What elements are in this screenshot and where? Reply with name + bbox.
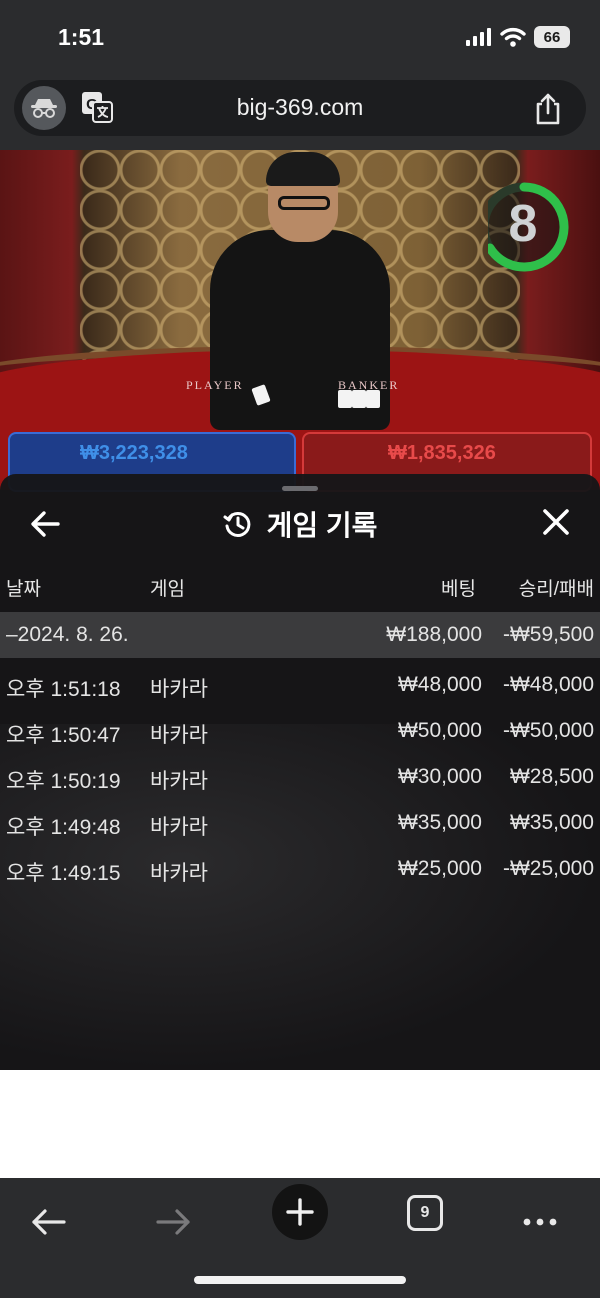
battery-icon: 66: [534, 26, 570, 48]
summary-date: –2024. 8. 26.: [6, 623, 129, 646]
summary-bet: ₩188,000: [386, 623, 482, 646]
more-menu-icon[interactable]: [510, 1194, 570, 1250]
history-row[interactable]: 오후 1:49:48 바카라 ₩35,000 ₩35,000: [0, 800, 600, 846]
row-bet: ₩50,000: [397, 719, 482, 742]
sheet-header: 게임 기록: [0, 496, 600, 552]
browser-back-icon[interactable]: [18, 1194, 78, 1250]
history-icon: [223, 511, 250, 537]
row-result: ₩35,000: [509, 811, 594, 834]
history-row[interactable]: 오후 1:50:19 바카라 ₩30,000 ₩28,500: [0, 754, 600, 800]
player-bet-total: ₩3,223,328: [80, 442, 188, 464]
url-text[interactable]: big-369.com: [14, 94, 586, 121]
player-area-label: PLAYER: [186, 378, 244, 392]
countdown-timer: 8: [508, 195, 538, 253]
dealer-glasses: [278, 196, 330, 210]
status-bar: 1:51 66: [0, 0, 600, 78]
row-game: 바카라: [150, 678, 208, 701]
game-history-sheet: 게임 기록 날짜 게임 베팅 승리/패배 –2024. 8. 26. ₩188,…: [0, 474, 600, 1070]
row-result: -₩50,000: [502, 719, 594, 742]
row-time: 오후 1:50:19: [6, 770, 121, 793]
url-bar-area: G big-369.com: [0, 78, 600, 150]
row-result: -₩25,000: [502, 857, 594, 880]
row-time: 오후 1:49:48: [6, 816, 121, 839]
new-tab-plus-icon[interactable]: [272, 1184, 328, 1240]
share-icon[interactable]: [532, 92, 564, 126]
wifi-icon: [500, 27, 526, 47]
date-summary-row[interactable]: –2024. 8. 26. ₩188,000 -₩59,500: [0, 612, 600, 658]
history-row[interactable]: 오후 1:50:47 바카라 ₩50,000 -₩50,000: [0, 708, 600, 754]
row-bet: ₩35,000: [397, 811, 482, 834]
column-header-result[interactable]: 승리/패배: [519, 574, 594, 601]
browser-toolbar: 9: [0, 1178, 600, 1298]
signal-icon: [466, 28, 492, 46]
page: 1:51 66 G big-369.com PLAYER BANKER 8 ₩3…: [0, 0, 600, 1298]
row-result: -₩48,000: [502, 673, 594, 696]
row-bet: ₩48,000: [397, 673, 482, 696]
row-bet: ₩30,000: [397, 765, 482, 788]
row-time: 오후 1:50:47: [6, 724, 121, 747]
card: [338, 390, 352, 408]
row-game: 바카라: [150, 770, 208, 793]
sheet-title: 게임 기록: [266, 510, 378, 541]
column-header-bet[interactable]: 베팅: [441, 574, 476, 601]
card: [352, 390, 366, 408]
row-result: ₩28,500: [509, 765, 594, 788]
row-time: 오후 1:49:15: [6, 862, 121, 885]
page-blank-area: [0, 1070, 600, 1178]
address-bar[interactable]: G big-369.com: [14, 80, 586, 136]
sheet-title-group: 게임 기록: [0, 504, 600, 544]
browser-forward-icon[interactable]: [144, 1194, 204, 1250]
column-header-date[interactable]: 날짜: [6, 574, 41, 601]
home-indicator[interactable]: [194, 1276, 406, 1284]
row-game: 바카라: [150, 724, 208, 747]
history-row[interactable]: 오후 1:51:18 바카라 ₩48,000 -₩48,000: [0, 662, 600, 708]
row-bet: ₩25,000: [397, 857, 482, 880]
history-row[interactable]: 오후 1:49:15 바카라 ₩25,000 -₩25,000: [0, 846, 600, 892]
tab-switcher-icon[interactable]: 9: [407, 1195, 443, 1231]
card: [366, 390, 380, 408]
summary-result: -₩59,500: [502, 623, 594, 646]
close-icon[interactable]: [538, 504, 574, 540]
row-time: 오후 1:51:18: [6, 678, 121, 701]
sheet-grabber[interactable]: [282, 486, 318, 491]
row-game: 바카라: [150, 862, 208, 885]
status-time: 1:51: [58, 24, 105, 50]
row-game: 바카라: [150, 816, 208, 839]
banker-bet-total: ₩1,835,326: [388, 442, 496, 464]
column-header-game[interactable]: 게임: [150, 574, 185, 601]
